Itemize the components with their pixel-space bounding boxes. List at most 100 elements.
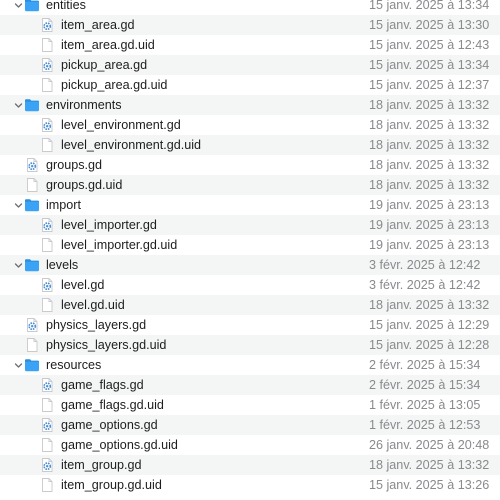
file-row[interactable]: game_options.gd.uid 26 janv. 2025 à 20:48 [0,435,500,455]
godot-script-icon [39,377,55,393]
document-icon [39,397,55,413]
file-row[interactable]: game_flags.gd 2 févr. 2025 à 15:34 [0,375,500,395]
date-modified: 18 janv. 2025 à 13:32 [369,98,490,112]
date-modified: 18 janv. 2025 à 13:32 [369,138,490,152]
godot-script-icon [39,17,55,33]
file-name: levels [46,258,79,272]
file-row[interactable]: level.gd.uid 18 janv. 2025 à 13:32 [0,295,500,315]
document-icon [39,437,55,453]
folder-row[interactable]: entities 15 janv. 2025 à 13:34 [0,0,500,15]
file-name: item_group.gd [61,458,142,472]
godot-script-icon [39,277,55,293]
file-name: game_options.gd [61,418,158,432]
file-row[interactable]: physics_layers.gd.uid 15 janv. 2025 à 12:… [0,335,500,355]
file-name: level.gd [61,278,105,292]
file-name: resources [46,358,102,372]
godot-script-icon [24,157,40,173]
date-modified: 3 févr. 2025 à 12:42 [369,278,481,292]
godot-script-icon [39,57,55,73]
file-row[interactable]: level_importer.gd 19 janv. 2025 à 23:13 [0,215,500,235]
file-row[interactable]: level_environment.gd 18 janv. 2025 à 13:3… [0,115,500,135]
file-name: item_area.gd.uid [61,38,155,52]
file-name: pickup_area.gd [61,58,148,72]
disclosure-chevron-icon[interactable] [11,355,25,375]
date-modified: 1 févr. 2025 à 13:05 [369,398,481,412]
date-modified: 18 janv. 2025 à 13:32 [369,118,490,132]
file-name: game_options.gd.uid [61,438,178,452]
date-modified: 2 févr. 2025 à 15:34 [369,378,481,392]
date-modified: 15 janv. 2025 à 12:28 [369,338,490,352]
date-modified: 15 janv. 2025 à 13:26 [369,478,490,492]
date-modified: 15 janv. 2025 à 13:34 [369,0,490,12]
godot-script-icon [39,217,55,233]
document-icon [24,177,40,193]
file-name: groups.gd [46,158,103,172]
file-name: level_importer.gd [61,218,157,232]
file-row[interactable]: game_flags.gd.uid 1 févr. 2025 à 13:05 [0,395,500,415]
godot-script-icon [24,317,40,333]
document-icon [39,297,55,313]
file-name: game_flags.gd.uid [61,398,164,412]
date-modified: 18 janv. 2025 à 13:32 [369,178,490,192]
document-icon [39,477,55,493]
file-list: entities 15 janv. 2025 à 13:34 item_area.g… [0,0,500,495]
file-row[interactable]: item_group.gd.uid 15 janv. 2025 à 13:26 [0,475,500,495]
file-row[interactable]: groups.gd 18 janv. 2025 à 13:32 [0,155,500,175]
file-row[interactable]: groups.gd.uid 18 janv. 2025 à 13:32 [0,175,500,195]
file-name: game_flags.gd [61,378,144,392]
date-modified: 19 janv. 2025 à 23:13 [369,238,490,252]
file-name: entities [46,0,86,12]
file-row[interactable]: level_environment.gd.uid 18 janv. 2025 à … [0,135,500,155]
document-icon [24,337,40,353]
disclosure-chevron-icon[interactable] [11,95,25,115]
disclosure-chevron-icon[interactable] [11,195,25,215]
file-name: item_area.gd [61,18,135,32]
date-modified: 1 févr. 2025 à 12:53 [369,418,481,432]
godot-script-icon [39,417,55,433]
file-row[interactable]: item_area.gd 15 janv. 2025 à 13:30 [0,15,500,35]
folder-icon [24,0,40,13]
file-name: level_importer.gd.uid [61,238,178,252]
folder-row[interactable]: import 19 janv. 2025 à 23:13 [0,195,500,215]
disclosure-chevron-icon[interactable] [11,255,25,275]
file-name: physics_layers.gd.uid [46,338,167,352]
godot-script-icon [39,117,55,133]
file-row[interactable]: pickup_area.gd.uid 15 janv. 2025 à 12:37 [0,75,500,95]
file-row[interactable]: game_options.gd 1 févr. 2025 à 12:53 [0,415,500,435]
date-modified: 15 janv. 2025 à 12:43 [369,38,490,52]
file-name: level_environment.gd.uid [61,138,202,152]
date-modified: 26 janv. 2025 à 20:48 [369,438,490,452]
date-modified: 19 janv. 2025 à 23:13 [369,218,490,232]
file-name: physics_layers.gd [46,318,147,332]
date-modified: 15 janv. 2025 à 13:30 [369,18,490,32]
date-modified: 15 janv. 2025 à 12:29 [369,318,490,332]
file-row[interactable]: level_importer.gd.uid 19 janv. 2025 à 23:… [0,235,500,255]
document-icon [39,237,55,253]
file-name: environments [46,98,122,112]
file-name: import [46,198,81,212]
date-modified: 3 févr. 2025 à 12:42 [369,258,481,272]
document-icon [39,77,55,93]
folder-icon [24,357,40,373]
file-row[interactable]: physics_layers.gd 15 janv. 2025 à 12:29 [0,315,500,335]
date-modified: 18 janv. 2025 à 13:32 [369,158,490,172]
file-name: pickup_area.gd.uid [61,78,168,92]
document-icon [39,37,55,53]
folder-icon [24,97,40,113]
folder-row[interactable]: environments 18 janv. 2025 à 13:32 [0,95,500,115]
file-name: groups.gd.uid [46,178,123,192]
file-name: item_group.gd.uid [61,478,162,492]
file-row[interactable]: pickup_area.gd 15 janv. 2025 à 13:34 [0,55,500,75]
file-row[interactable]: item_group.gd 18 janv. 2025 à 13:32 [0,455,500,475]
folder-icon [24,197,40,213]
file-row[interactable]: level.gd 3 févr. 2025 à 12:42 [0,275,500,295]
date-modified: 2 févr. 2025 à 15:34 [369,358,481,372]
file-name: level_environment.gd [61,118,181,132]
date-modified: 15 janv. 2025 à 13:34 [369,58,490,72]
folder-row[interactable]: resources 2 févr. 2025 à 15:34 [0,355,500,375]
folder-row[interactable]: levels 3 févr. 2025 à 12:42 [0,255,500,275]
date-modified: 19 janv. 2025 à 23:13 [369,198,490,212]
file-row[interactable]: item_area.gd.uid 15 janv. 2025 à 12:43 [0,35,500,55]
folder-icon [24,257,40,273]
disclosure-chevron-icon[interactable] [11,0,25,15]
